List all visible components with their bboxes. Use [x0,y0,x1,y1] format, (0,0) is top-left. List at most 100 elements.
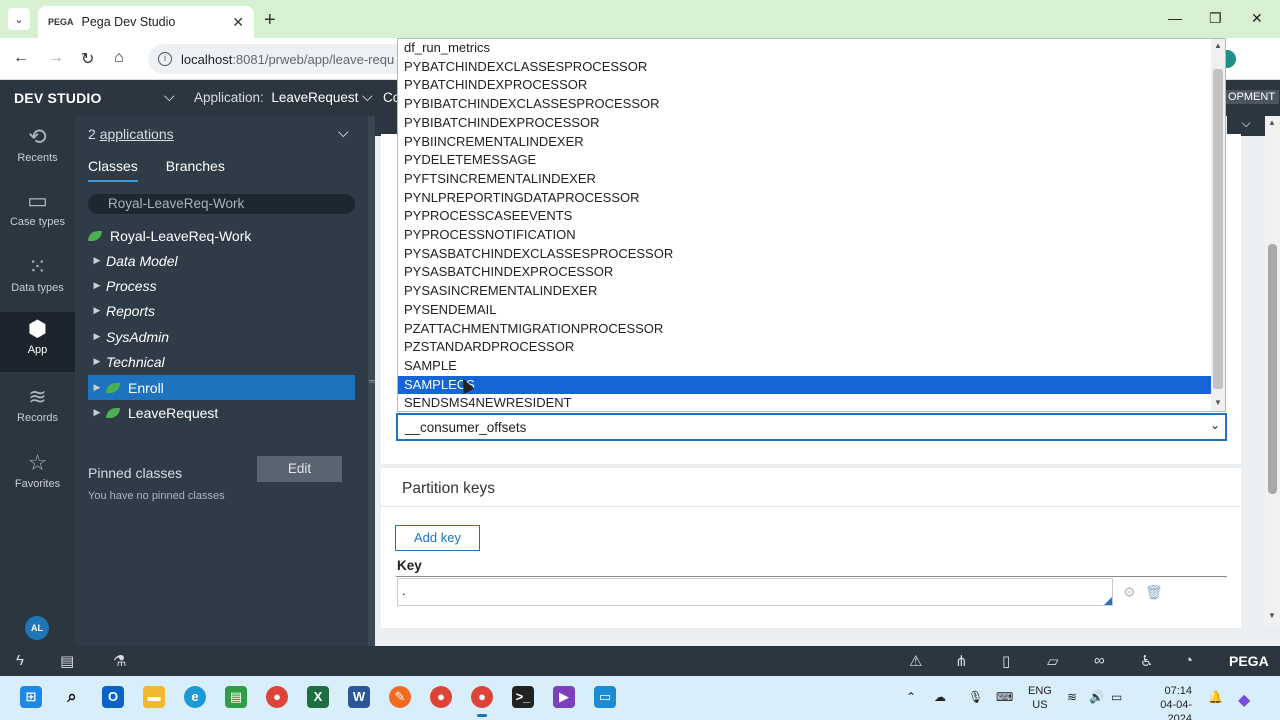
expand-arrow-icon[interactable]: ▶ [88,280,106,291]
expand-arrow-icon[interactable]: ▶ [88,331,106,342]
dropdown-option[interactable]: PYDELETEMESSAGE [398,151,1211,170]
word-icon[interactable]: W [348,686,370,708]
tree-item-technical[interactable]: ▶ Technical [88,349,355,374]
tab-classes[interactable]: Classes [88,158,138,182]
class-search-input[interactable]: Royal-LeaveReq-Work [88,194,355,214]
tree-item-process[interactable]: ▶ Process [88,273,355,298]
warning-icon[interactable]: ⚠ [909,652,922,670]
chat-icon[interactable]: ▱ [1047,652,1059,670]
rail-records[interactable]: ≋ Records [0,384,75,442]
tray-overflow-icon[interactable]: ⌃ [906,690,916,704]
expand-arrow-icon[interactable]: ▶ [88,382,106,393]
site-info-icon[interactable]: i [158,52,172,66]
search-icon[interactable]: ⌕ [61,686,83,708]
panel-splitter[interactable]: ═ [368,116,375,646]
accessibility-icon[interactable]: ♿ [1140,652,1153,670]
file-explorer-icon[interactable]: ▬ [143,686,165,708]
forward-icon[interactable]: → [48,49,64,67]
keyboard-icon[interactable]: ⌨ [996,690,1013,704]
reload-icon[interactable]: ↻ [81,49,94,69]
tree-item-reports[interactable]: ▶ Reports [88,298,355,323]
tree-item-enroll[interactable]: ▶ Enroll [88,375,355,400]
studio-brand[interactable]: DEV STUDIO [14,90,102,106]
delete-trash-icon[interactable]: 🗑 [1145,584,1163,601]
settings-gear-icon[interactable]: ⚙ [1123,584,1136,601]
language-indicator[interactable]: ENG US [1028,684,1052,712]
clipboard-tool-icon[interactable]: ▯ [1002,652,1010,670]
terminal-icon[interactable]: >_ [512,686,534,708]
photos-icon[interactable]: ▭ [594,686,616,708]
tracer-flask-icon[interactable]: ⚗ [113,652,126,670]
rail-favorites[interactable]: ☆ Favorites [0,450,75,508]
dropdown-option[interactable]: PZATTACHMENTMIGRATIONPROCESSOR [398,320,1211,339]
onedrive-icon[interactable]: ☁ [934,690,946,704]
glasses-icon[interactable]: ∞ [1094,652,1105,669]
studio-switcher-chevron-icon[interactable]: ⌵ [164,88,175,105]
dropdown-option[interactable]: PYBIBATCHINDEXCLASSESPROCESSOR [398,95,1211,114]
dropdown-option[interactable]: PZSTANDARDPROCESSOR [398,338,1211,357]
dropdown-option[interactable]: SENDSMS4NEWRESIDENT [398,394,1211,411]
application-chevron-icon[interactable]: ⌵ [362,88,373,105]
dropdown-option[interactable]: PYBIBATCHINDEXPROCESSOR [398,114,1211,133]
user-avatar[interactable]: AL [25,616,49,640]
close-window-icon[interactable]: ✕ [1251,10,1263,27]
system-clock[interactable]: 07:14 04-04-2024 [1140,684,1192,720]
rail-data-types[interactable]: ⁙ Data types [0,254,75,312]
back-icon[interactable]: ← [13,49,29,67]
new-tab-icon[interactable]: + [264,9,276,32]
tree-item-leaverequest[interactable]: ▶ LeaveRequest [88,400,355,425]
tab-overflow-chevron-icon[interactable]: ⌵ [1227,116,1265,136]
tree-item-sysadmin[interactable]: ▶ SysAdmin [88,324,355,349]
dropdown-option[interactable]: PYBATCHINDEXCLASSESPROCESSOR [398,58,1211,77]
media-icon[interactable]: ▶ [553,686,575,708]
outlook-icon[interactable]: O [102,686,124,708]
wifi-icon[interactable]: ≋ [1067,690,1077,704]
chrome-icon[interactable]: ● [266,686,288,708]
battery-icon[interactable]: ▭ [1111,690,1122,704]
tab-search-button[interactable]: ⌄ [8,8,30,30]
application-selector[interactable]: Application: LeaveRequest [194,90,358,105]
add-key-button[interactable]: Add key [395,525,480,551]
dropdown-option[interactable]: PYSASBATCHINDEXPROCESSOR [398,263,1211,282]
tree-item-royal-leavereq-work[interactable]: Royal-LeaveReq-Work [88,223,355,248]
maximize-icon[interactable]: ❐ [1209,10,1222,27]
edit-pinned-button[interactable]: Edit [257,456,342,482]
dropdown-option[interactable]: PYSASBATCHINDEXCLASSESPROCESSOR [398,245,1211,264]
browser-tab-active[interactable]: PEGA Pega Dev Studio ✕ [38,6,254,38]
dropdown-option[interactable]: SAMPLECS [398,375,1211,395]
edge-icon[interactable]: e [184,686,206,708]
postman-icon[interactable]: ✎ [389,686,411,708]
windows-start-icon[interactable]: ⊞ [20,686,42,708]
rail-app[interactable]: ⬢ App [0,312,75,372]
flow-icon[interactable]: ⋔ [955,652,968,670]
minimize-icon[interactable]: — [1168,10,1182,26]
dropdown-option[interactable]: PYSENDEMAIL [398,301,1211,320]
notepad-icon[interactable]: ▤ [225,686,247,708]
dropdown-option[interactable]: PYPROCESSNOTIFICATION [398,226,1211,245]
expand-arrow-icon[interactable]: ▶ [88,255,106,266]
notifications-bell-icon[interactable]: 🔔 [1208,690,1223,704]
dropdown-option[interactable]: PYNLPREPORTINGDATAPROCESSOR [398,189,1211,208]
dropdown-option[interactable]: PYFTSINCREMENTALINDEXER [398,170,1211,189]
dropdown-option[interactable]: PYSASINCREMENTALINDEXER [398,282,1211,301]
explorer-chevron-down-icon[interactable]: ⌵ [338,124,349,141]
microphone-icon[interactable]: 🎙 [968,690,983,704]
home-icon[interactable]: ⌂ [114,49,124,67]
rail-case-types[interactable]: ▭ Case types [0,188,75,246]
topic-select[interactable]: __consumer_offsets ⌄ [396,413,1227,441]
topic-dropdown-list[interactable]: df_run_metrics PYBATCHINDEXCLASSESPROCESS… [397,38,1226,412]
dropdown-option[interactable]: PYPROCESSCASEEVENTS [398,207,1211,226]
expand-arrow-icon[interactable]: ▶ [88,407,106,418]
dropdown-scrollbar[interactable]: ▲ ▼ [1211,39,1225,411]
applications-link[interactable]: 2 applications [88,126,174,142]
tree-item-data-model[interactable]: ▶ Data Model [88,248,355,273]
main-scrollbar[interactable]: ▲ ▼ [1265,116,1280,626]
expand-arrow-icon[interactable]: ▶ [88,305,106,316]
chrome-profile-icon[interactable]: ● [430,686,452,708]
expand-arrow-icon[interactable]: ▶ [88,356,106,367]
dropdown-option[interactable]: df_run_metrics [398,39,1211,58]
excel-icon[interactable]: X [307,686,329,708]
copilot-icon[interactable]: ◆ [1238,690,1250,710]
dropdown-option[interactable]: PYBIINCREMENTALINDEXER [398,133,1211,152]
dropdown-option[interactable]: SAMPLE [398,357,1211,376]
